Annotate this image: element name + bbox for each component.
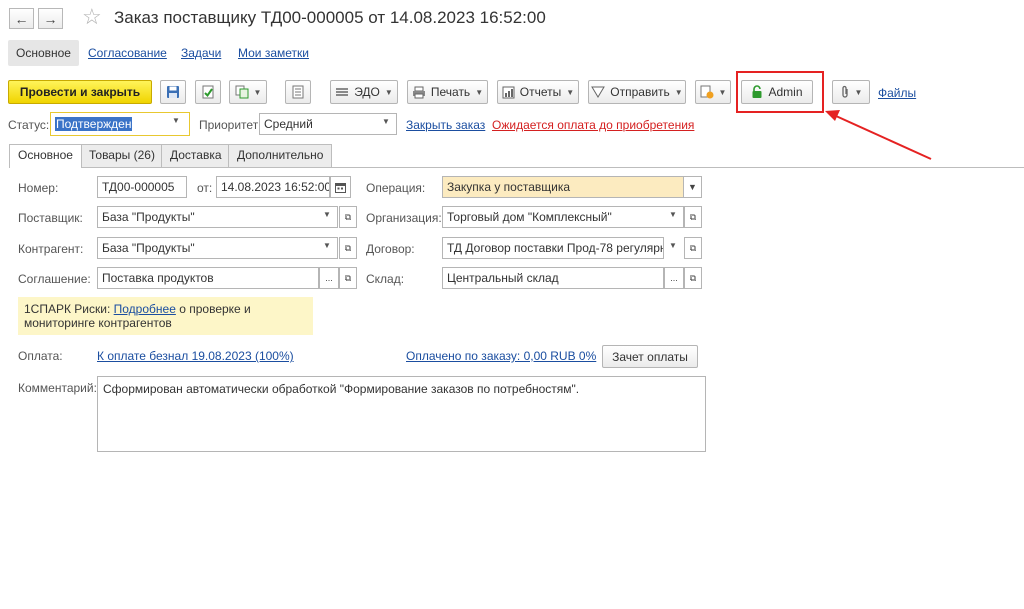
- number-value: ТД00-000005: [102, 180, 175, 194]
- open-icon[interactable]: ⧉: [684, 267, 702, 289]
- warehouse-value: Центральный склад: [447, 271, 559, 285]
- open-icon[interactable]: ⧉: [339, 237, 357, 259]
- operation-select[interactable]: Закупка у поставщика: [442, 176, 684, 198]
- organization-value: Торговый дом "Комплексный": [447, 210, 612, 224]
- agreement-field[interactable]: Поставка продуктов: [97, 267, 319, 289]
- select-ellipsis-icon[interactable]: ...: [319, 267, 339, 289]
- agreement-value: Поставка продуктов: [102, 271, 214, 285]
- comment-textarea[interactable]: Сформирован автоматически обработкой "Фо…: [97, 376, 706, 452]
- spark-prefix: 1СПАРК Риски:: [24, 302, 111, 316]
- agreement-label: Соглашение:: [18, 272, 91, 286]
- chevron-down-icon[interactable]: ▼: [669, 210, 677, 219]
- status-label: Статус:: [8, 118, 50, 132]
- chevron-down-icon[interactable]: ▼: [669, 241, 677, 250]
- close-order-link[interactable]: Закрыть заказ: [406, 118, 485, 132]
- organization-label: Организация:: [366, 211, 442, 225]
- operation-value: Закупка у поставщика: [447, 180, 571, 194]
- calendar-icon[interactable]: [330, 176, 351, 198]
- warehouse-label: Склад:: [366, 272, 405, 286]
- payment-awaited-link[interactable]: Ожидается оплата до приобретения: [492, 118, 694, 132]
- payment-schedule-link[interactable]: К оплате безнал 19.08.2023 (100%): [97, 349, 294, 363]
- chevron-down-icon[interactable]: ▼: [683, 176, 702, 198]
- counterparty-value: База "Продукты": [102, 241, 195, 255]
- supplier-value: База "Продукты": [102, 210, 195, 224]
- payment-offset-label: Зачет оплаты: [612, 349, 688, 364]
- spark-risks-panel: 1СПАРК Риски: Подробнее о проверке и мон…: [18, 297, 313, 335]
- open-icon[interactable]: ⧉: [684, 237, 702, 259]
- paid-amount-link[interactable]: Оплачено по заказу: 0,00 RUB 0%: [406, 349, 596, 363]
- tab-goods[interactable]: Товары (26): [80, 144, 164, 167]
- status-value: Подтвержден: [55, 117, 133, 131]
- tab-main[interactable]: Основное: [9, 144, 82, 168]
- comment-value: Сформирован автоматически обработкой "Фо…: [103, 382, 580, 396]
- status-select[interactable]: Подтвержден: [50, 112, 190, 136]
- spark-details-link[interactable]: Подробнее: [114, 302, 176, 316]
- open-icon[interactable]: ⧉: [684, 206, 702, 228]
- counterparty-field[interactable]: База "Продукты": [97, 237, 338, 259]
- date-from-label: от:: [197, 181, 213, 195]
- comment-label: Комментарий:: [18, 381, 97, 395]
- contract-value: ТД Договор поставки Прод-78 регулярный: [447, 241, 664, 255]
- spark-text-1: о проверке и: [179, 302, 251, 316]
- open-icon[interactable]: ⧉: [339, 267, 357, 289]
- select-ellipsis-icon[interactable]: ...: [664, 267, 684, 289]
- contract-label: Договор:: [366, 242, 415, 256]
- supplier-field[interactable]: База "Продукты": [97, 206, 338, 228]
- chevron-down-icon[interactable]: ▼: [382, 117, 390, 126]
- date-value: 14.08.2023 16:52:00: [221, 180, 330, 194]
- priority-label: Приоритет:: [199, 118, 262, 132]
- contract-field[interactable]: ТД Договор поставки Прод-78 регулярный: [442, 237, 664, 259]
- chevron-down-icon[interactable]: ▼: [172, 116, 180, 125]
- number-label: Номер:: [18, 181, 59, 195]
- organization-field[interactable]: Торговый дом "Комплексный": [442, 206, 684, 228]
- tab-additional[interactable]: Дополнительно: [228, 144, 333, 167]
- warehouse-field[interactable]: Центральный склад: [442, 267, 664, 289]
- chevron-down-icon[interactable]: ▼: [323, 210, 331, 219]
- operation-label: Операция:: [366, 181, 426, 195]
- priority-value: Средний: [264, 117, 313, 131]
- payment-offset-button[interactable]: Зачет оплаты: [602, 345, 698, 368]
- tab-strip-line: [9, 167, 1024, 168]
- supplier-label: Поставщик:: [18, 211, 83, 225]
- counterparty-label: Контрагент:: [18, 242, 84, 256]
- spark-text-2: мониторинге контрагентов: [24, 316, 172, 330]
- number-field[interactable]: ТД00-000005: [97, 176, 187, 198]
- payment-label: Оплата:: [18, 349, 63, 363]
- date-field[interactable]: 14.08.2023 16:52:00: [216, 176, 330, 198]
- priority-select[interactable]: Средний: [259, 113, 397, 135]
- open-icon[interactable]: ⧉: [339, 206, 357, 228]
- tab-delivery[interactable]: Доставка: [161, 144, 231, 167]
- chevron-down-icon[interactable]: ▼: [323, 241, 331, 250]
